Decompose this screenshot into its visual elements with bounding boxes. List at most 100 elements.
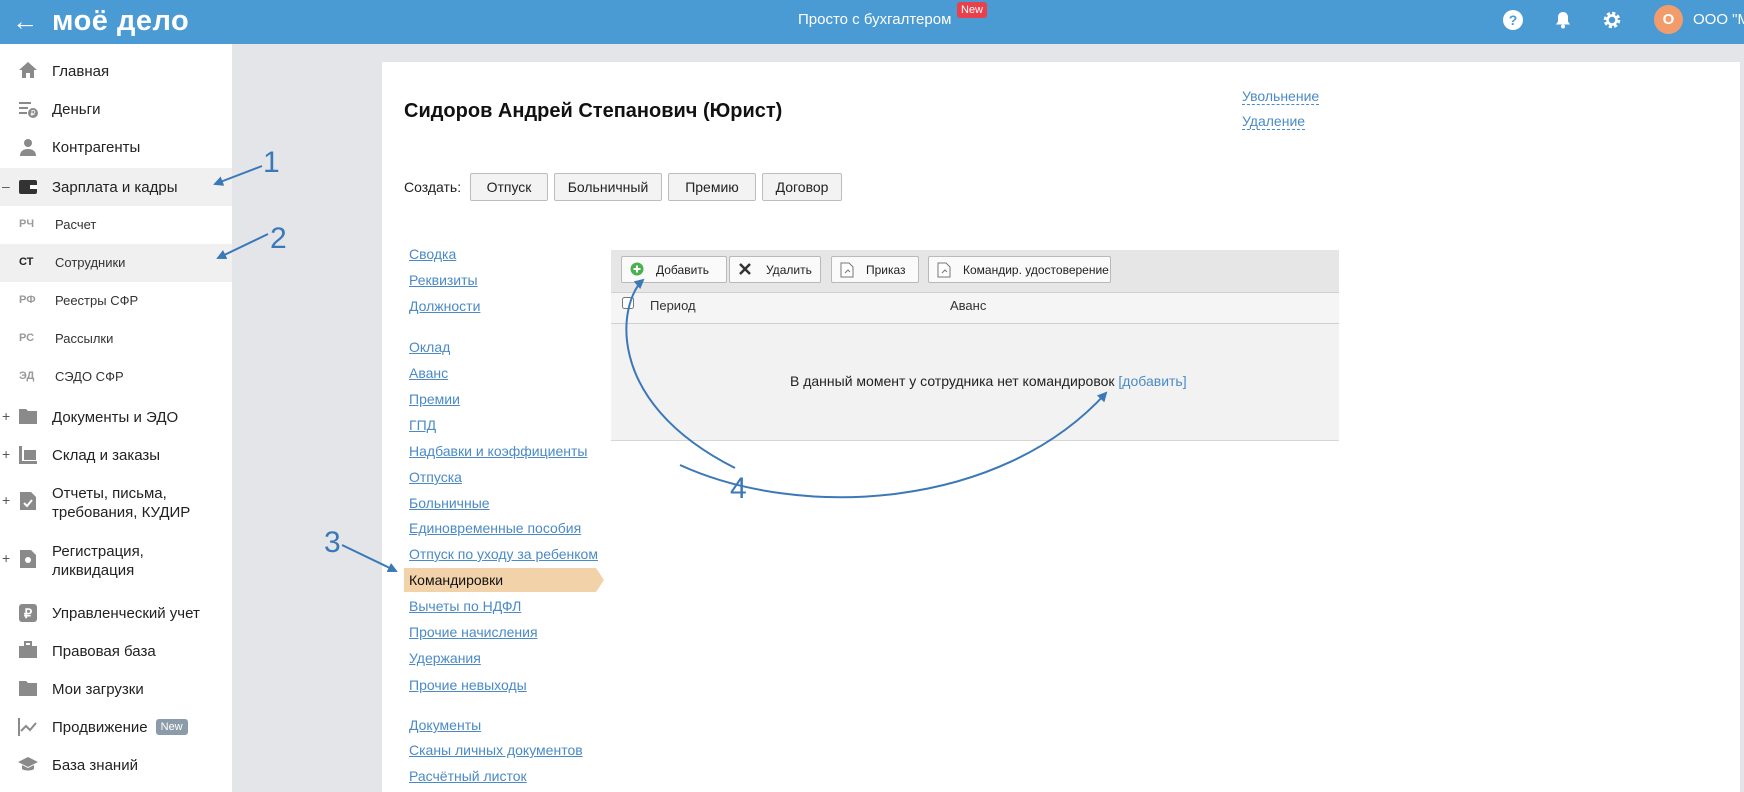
graduation-cap-icon [17,755,39,775]
sidebar-subitem-sfr-registries[interactable]: РФ Реестры СФР [0,282,232,320]
subitem-abbr: СТ [19,256,34,268]
order-button-label: Приказ [866,263,906,277]
sidebar-item-downloads[interactable]: Мои загрузки [0,672,232,706]
logo[interactable]: моё дело [52,4,189,38]
section-link-positions[interactable]: Должности [409,298,480,314]
sidebar-item-registration[interactable]: + Регистрация, ликвидация [0,534,232,584]
sidebar-item-label: База знаний [52,757,138,774]
add-button[interactable]: Добавить [621,256,727,283]
select-all-checkbox[interactable] [622,297,634,309]
sidebar-item-knowledge-base[interactable]: База знаний [0,748,232,782]
sidebar-subitem-sedo[interactable]: ЭД СЭДО СФР [0,358,232,396]
back-arrow-icon[interactable]: ← [12,6,38,36]
document-icon [937,262,951,278]
sidebar-item-promotion[interactable]: Продвижение New [0,710,232,744]
annotation-number-1: 1 [263,146,280,179]
money-icon: ₽ [17,99,39,119]
add-trip-link[interactable]: [добавить] [1118,373,1186,389]
subitem-abbr: РФ [19,294,36,306]
new-badge: New [957,2,988,18]
expand-icon[interactable]: + [2,550,10,566]
subitem-abbr: РС [19,332,35,344]
section-link-other-absences[interactable]: Прочие невыходы [409,677,527,693]
report-icon [17,491,39,511]
create-vacation-button[interactable]: Отпуск [470,173,548,201]
section-link-advance[interactable]: Аванс [409,365,448,381]
sidebar-item-salary[interactable]: – Зарплата и кадры [0,168,232,206]
column-header-advance[interactable]: Аванс [950,298,986,313]
sidebar-item-home[interactable]: Главная [0,54,232,88]
annotation-number-4: 4 [730,472,747,505]
create-contract-button[interactable]: Договор [762,173,842,201]
sidebar-item-label: Правовая база [52,643,156,660]
ruble-icon: ₽ [17,603,39,623]
section-link-requisites[interactable]: Реквизиты [409,272,478,288]
create-label: Создать: [404,179,462,195]
section-link-childcare-leave[interactable]: Отпуск по уходу за ребенком [409,546,598,562]
svg-text:₽: ₽ [24,606,33,621]
section-link-payslip[interactable]: Расчётный листок [409,768,527,784]
folder-icon [17,407,39,427]
empty-message-text: В данный момент у сотрудника нет команди… [790,373,1115,389]
subitem-label: СЭДО СФР [55,369,124,384]
expand-icon[interactable]: + [2,492,10,508]
top-bar: ← моё дело Просто с бухгалтером New ? О … [0,0,1744,44]
avatar[interactable]: О [1654,5,1683,34]
order-button[interactable]: Приказ [831,256,919,283]
expand-icon[interactable]: + [2,408,10,424]
sidebar-item-label: Продвижение [52,719,148,736]
delete-button[interactable]: Удалить [729,256,821,283]
sidebar-item-reports[interactable]: + Отчеты, письма, требования, КУДИР [0,476,232,526]
section-link-sick-leaves[interactable]: Больничные [409,495,490,511]
collapse-icon[interactable]: – [2,178,10,194]
travel-certificate-button-label: Командир. удостоверение [963,263,1109,277]
sidebar-subitem-employees[interactable]: СТ Сотрудники [0,244,232,282]
gear-icon[interactable] [1601,9,1623,31]
travel-certificate-button[interactable]: Командир. удостоверение [928,256,1111,283]
expand-icon[interactable]: + [2,446,10,462]
sidebar-item-money[interactable]: ₽ Деньги [0,92,232,126]
help-icon[interactable]: ? [1502,9,1524,31]
create-sick-leave-button[interactable]: Больничный [554,173,662,201]
create-bonus-button[interactable]: Премию [668,173,756,201]
chart-icon [17,717,39,737]
section-link-vacations[interactable]: Отпуска [409,469,462,485]
section-link-tax-deductions[interactable]: Вычеты по НДФЛ [409,598,521,614]
downloads-folder-icon [17,679,39,699]
section-link-one-time-benefits[interactable]: Единовременные пособия [409,520,581,536]
section-link-other-accruals[interactable]: Прочие начисления [409,624,538,640]
sidebar-subitem-mailings[interactable]: РС Рассылки [0,320,232,358]
bell-icon[interactable] [1552,9,1574,31]
section-link-business-trips[interactable]: Командировки [409,572,503,588]
add-button-label: Добавить [656,263,710,277]
service-title[interactable]: Просто с бухгалтером [798,11,951,28]
company-name[interactable]: ООО "М [1693,11,1744,28]
section-link-documents[interactable]: Документы [409,717,481,733]
document-icon [840,262,854,278]
home-icon [17,61,39,81]
sidebar-item-legal-base[interactable]: Правовая база [0,634,232,668]
section-link-salary[interactable]: Оклад [409,339,450,355]
close-icon [738,262,752,276]
delete-link[interactable]: Удаление [1242,113,1306,130]
column-header-period[interactable]: Период [650,298,696,313]
empty-table-message: В данный момент у сотрудника нет команди… [790,373,1187,389]
sidebar-item-warehouse[interactable]: + Склад и заказы [0,438,232,472]
sidebar-item-management-accounting[interactable]: ₽ Управленческий учет [0,596,232,630]
section-link-document-scans[interactable]: Сканы личных документов [409,742,583,758]
sidebar-item-label: Главная [52,63,110,80]
section-link-allowances[interactable]: Надбавки и коэффициенты [409,443,587,459]
sidebar-subitem-calculation[interactable]: РЧ Расчет [0,206,232,244]
subitem-label: Рассылки [55,331,114,346]
section-link-summary[interactable]: Сводка [409,246,456,262]
sidebar-item-documents[interactable]: + Документы и ЭДО [0,400,232,434]
sidebar-item-label: Контрагенты [52,139,141,156]
sidebar-item-contractors[interactable]: Контрагенты [0,130,232,164]
section-link-deductions[interactable]: Удержания [409,650,481,666]
section-link-gpd[interactable]: ГПД [409,417,436,433]
section-active-tip [596,568,604,592]
section-link-bonuses[interactable]: Премии [409,391,460,407]
dismissal-link[interactable]: Увольнение [1242,88,1320,105]
subitem-label: Сотрудники [55,255,126,270]
sidebar-item-label: Деньги [52,101,101,118]
